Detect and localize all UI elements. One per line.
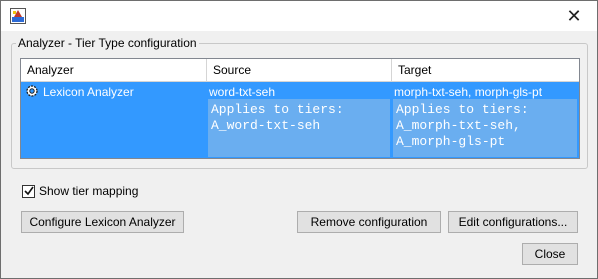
source-applies-to: Applies to tiers: A_word-txt-seh [208, 99, 390, 157]
show-tier-mapping-option[interactable]: Show tier mapping [22, 184, 138, 198]
cell-source[interactable]: word-txt-seh Applies to tiers: A_word-tx… [207, 82, 392, 158]
table-row[interactable]: Lexicon Analyzer word-txt-seh Applies to… [21, 82, 579, 158]
column-header-analyzer[interactable]: Analyzer [21, 59, 207, 82]
cell-target[interactable]: morph-txt-seh, morph-gls-pt Applies to t… [392, 82, 579, 158]
target-tier-types: morph-txt-seh, morph-gls-pt [394, 85, 543, 99]
source-tier-type: word-txt-seh [209, 85, 276, 99]
title-bar: ✕ [1, 1, 597, 31]
analyzer-name: Lexicon Analyzer [43, 85, 134, 99]
target-applies-to: Applies to tiers: A_morph-txt-seh, A_mor… [393, 99, 577, 157]
close-icon[interactable]: ✕ [551, 1, 597, 31]
app-icon [10, 8, 26, 24]
configure-analyzer-button[interactable]: Configure Lexicon Analyzer [21, 211, 184, 233]
show-tier-mapping-checkbox[interactable] [22, 184, 35, 198]
group-title: Analyzer - Tier Type configuration [16, 36, 199, 50]
remove-configuration-button[interactable]: Remove configuration [297, 211, 441, 233]
column-header-source[interactable]: Source [207, 59, 392, 82]
checkmark-icon [23, 186, 34, 196]
table-header: Analyzer Source Target [21, 59, 579, 82]
close-button[interactable]: Close [522, 243, 578, 265]
column-header-target[interactable]: Target [392, 59, 579, 82]
show-tier-mapping-label: Show tier mapping [39, 184, 139, 198]
edit-configurations-button[interactable]: Edit configurations... [448, 211, 578, 233]
analyzer-table: Analyzer Source Target Lexicon Analyzer … [20, 58, 580, 159]
gear-icon [26, 85, 38, 97]
dialog-window: ✕ Analyzer - Tier Type configuration Ana… [0, 0, 598, 279]
cell-analyzer[interactable]: Lexicon Analyzer [21, 82, 207, 158]
